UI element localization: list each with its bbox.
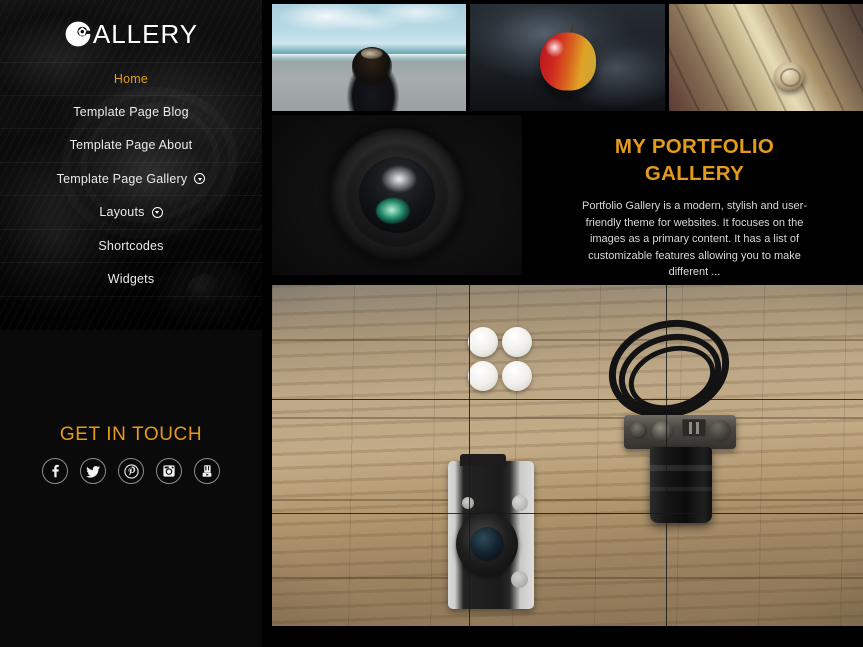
page-root: ALLERY Home Template Page Blog Template … — [0, 0, 863, 647]
sidebar-item-label: Template Page About — [69, 138, 193, 152]
thumbnail-snail[interactable] — [669, 4, 863, 111]
site-logo-text: ALLERY — [92, 19, 199, 49]
sidebar-item-home[interactable]: Home — [0, 62, 262, 96]
get-in-touch-section: GET IN TOUCH — [0, 424, 262, 484]
main-navigation: Home Template Page Blog Template Page Ab… — [0, 62, 262, 297]
grid-line-vertical — [666, 285, 667, 626]
camera-lens-image[interactable] — [272, 115, 522, 275]
grid-line-horizontal — [272, 399, 863, 400]
mirrorless-camera — [624, 415, 736, 525]
chevron-down-icon[interactable] — [151, 206, 163, 218]
sidebar: ALLERY Home Template Page Blog Template … — [0, 0, 262, 647]
facebook-icon[interactable] — [42, 458, 68, 484]
chevron-down-icon[interactable] — [194, 173, 206, 185]
sidebar-item-template-page-about[interactable]: Template Page About — [0, 129, 262, 163]
thumbnail-row — [272, 4, 863, 111]
thumbnail-apple[interactable] — [470, 4, 665, 111]
twitter-icon[interactable] — [80, 458, 106, 484]
sidebar-item-label: Template Page Blog — [73, 104, 189, 119]
film-slr-camera — [448, 454, 534, 609]
sidebar-item-widgets[interactable]: Widgets — [0, 263, 262, 297]
get-in-touch-title: GET IN TOUCH — [59, 424, 203, 445]
sidebar-item-template-page-gallery[interactable]: Template Page Gallery — [0, 163, 262, 196]
sidebar-item-label: Shortcodes — [98, 238, 164, 253]
page-title-line-2: GALLERY — [644, 162, 745, 186]
aperture-icon — [64, 20, 92, 48]
thumbnail-beach[interactable] — [272, 4, 466, 111]
youtube-icon[interactable] — [194, 458, 220, 484]
social-links — [0, 458, 262, 484]
portfolio-description: Portfolio Gallery is a modern, stylish a… — [582, 200, 807, 279]
page-title: MY PORTFOLIO GALLERY — [615, 133, 774, 187]
hero-cameras-image[interactable] — [272, 285, 863, 626]
sidebar-item-label: Home — [113, 71, 149, 86]
portfolio-intro: MY PORTFOLIO GALLERY Portfolio Gallery i… — [526, 115, 863, 278]
sidebar-item-shortcodes[interactable]: Shortcodes — [0, 230, 262, 263]
film-canisters — [468, 327, 534, 391]
grid-line-vertical — [469, 285, 470, 626]
instagram-icon[interactable] — [156, 458, 182, 484]
sidebar-item-label: Layouts — [99, 205, 145, 219]
sidebar-item-label: Widgets — [107, 272, 155, 286]
page-title-line-1: MY PORTFOLIO — [614, 135, 775, 158]
grid-line-horizontal — [272, 513, 863, 514]
main-content: MY PORTFOLIO GALLERY Portfolio Gallery i… — [262, 0, 863, 647]
sidebar-item-label: Template Page Gallery — [56, 171, 188, 186]
pinterest-icon[interactable] — [118, 458, 144, 484]
sidebar-item-layouts[interactable]: Layouts — [0, 196, 262, 230]
sidebar-item-template-page-blog[interactable]: Template Page Blog — [0, 96, 262, 129]
site-logo[interactable]: ALLERY — [0, 0, 262, 62]
